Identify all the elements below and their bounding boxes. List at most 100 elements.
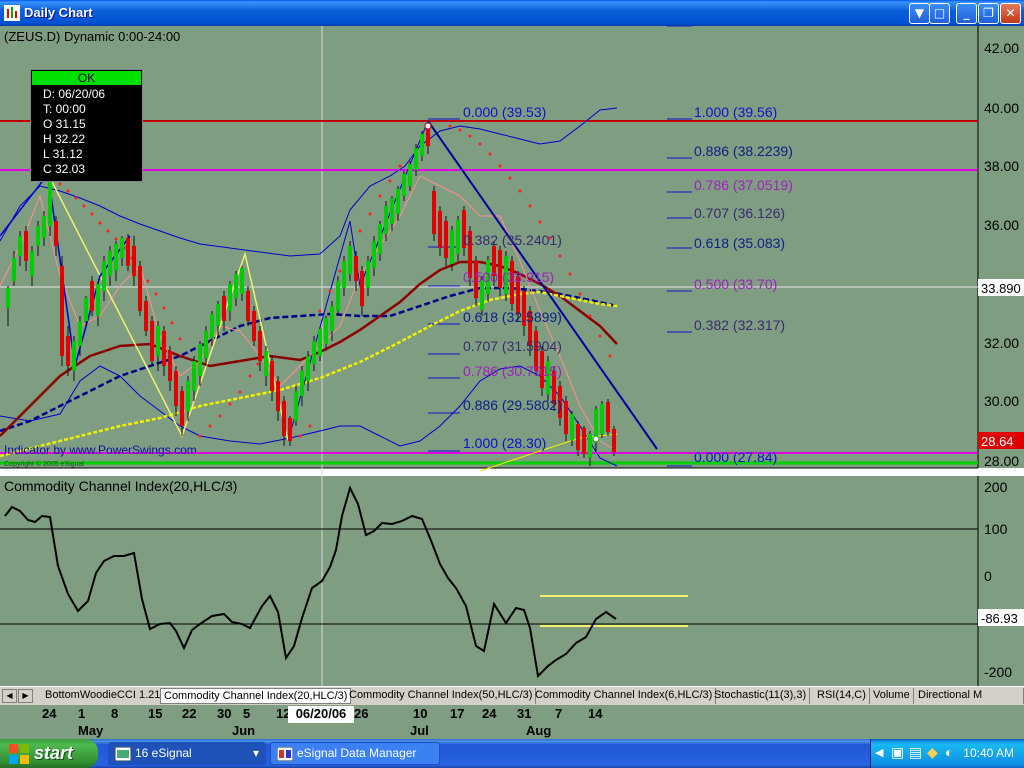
date-tick: 15 <box>148 706 163 721</box>
candle-down <box>246 291 250 321</box>
current-bar-marker <box>592 435 600 443</box>
date-tick: 30 <box>217 706 232 721</box>
candle-up <box>186 381 190 411</box>
fib-right-label-3: 0.707 (36.126) <box>694 205 785 221</box>
candle-down <box>360 271 364 306</box>
candle-up <box>396 189 400 214</box>
monitor-icon[interactable]: ▤ <box>909 744 922 761</box>
candle-up <box>240 268 244 294</box>
date-tick: 1 <box>78 706 86 721</box>
tab-scroll-left-button[interactable]: ◀ <box>2 689 17 703</box>
window-title-bar[interactable]: Daily Chart ▼ □ _ ❐ ✕ <box>0 0 1024 26</box>
candle-down <box>168 351 172 381</box>
candle-up <box>456 220 460 254</box>
tab-cci-6[interactable]: Commodity Channel Index(6,HLC/3) <box>532 688 717 704</box>
candle-down <box>24 231 28 261</box>
symbol-label: (ZEUS.D) Dynamic 0:00-24:00 <box>4 29 180 44</box>
tab-bottom-woodie-cci[interactable]: BottomWoodieCCI 1.21 <box>42 688 165 704</box>
fib-right-ticks <box>667 25 692 467</box>
candle-up <box>216 304 220 326</box>
date-tick: 22 <box>182 706 197 721</box>
candle-down <box>576 424 580 450</box>
network-icon[interactable]: ▣ <box>891 744 904 761</box>
dropdown-arrow-button[interactable]: ▼ <box>909 3 930 24</box>
candle-up <box>120 238 124 258</box>
candle-down <box>174 371 178 406</box>
candle-up <box>48 181 52 226</box>
fib-left-label-2: 0.500 (33.915) <box>463 269 554 285</box>
tab-stochastic[interactable]: Stochastic(11(3),3) <box>711 688 811 704</box>
cci-line <box>4 485 617 679</box>
price-axis-label: 32.00 <box>984 335 1019 351</box>
date-tick: 24 <box>42 706 57 721</box>
candle-up <box>84 298 88 321</box>
price-axis-label: 42.00 <box>984 40 1019 56</box>
candle-up <box>408 164 412 186</box>
month-label: Jul <box>410 723 429 738</box>
cci-axis-label: 0 <box>984 568 992 584</box>
tab-cci-50[interactable]: Commodity Channel Index(50,HLC/3) <box>346 688 537 704</box>
tab-scroll-right-button[interactable]: ▶ <box>18 689 33 703</box>
fib-left-label-4: 0.707 (31.5904) <box>463 338 562 354</box>
tray-collapse-icon[interactable]: ◀ <box>875 746 883 759</box>
candle-down <box>354 256 358 281</box>
candle-down <box>90 281 94 311</box>
tab-cci-20[interactable]: Commodity Channel Index(20,HLC/3) <box>160 688 352 704</box>
cci-title: Commodity Channel Index(20,HLC/3) <box>4 478 237 494</box>
ohlc-status: OK <box>32 71 141 85</box>
date-tick: 31 <box>517 706 532 721</box>
candle-up <box>264 351 268 376</box>
price-chart-canvas[interactable]: 0.000 (39.53) 0.382 (35.2401) 0.500 (33.91… <box>0 25 1024 686</box>
indicator-credit: Indicator by www.PowerSwings.com <box>4 443 197 457</box>
candle-up <box>102 261 106 291</box>
candle-up <box>384 206 388 234</box>
ohlc-date: D: 06/20/06 <box>43 87 106 101</box>
fib-left-label-6: 0.886 (29.5802) <box>463 397 562 413</box>
ohlc-close: C 32.03 <box>43 162 86 176</box>
candle-down <box>582 428 586 454</box>
windows-taskbar: start 16 eSignal ▾ eSignal Data Manager … <box>0 739 1024 768</box>
candle-up <box>156 326 160 356</box>
window-restore-small-button[interactable]: □ <box>929 3 950 24</box>
tab-directional-movement[interactable]: Directional M <box>915 688 1024 704</box>
candle-down <box>150 321 154 361</box>
fib-right-label-4: 0.618 (35.083) <box>694 235 785 251</box>
fib-left-label-5: 0.786 (30.7915) <box>463 363 562 379</box>
speaker-icon[interactable]: ◐ <box>945 744 953 760</box>
candle-up <box>72 341 76 371</box>
fib-right-labels: 1.000 (39.56) 0.886 (38.2239) 0.786 (37.05… <box>694 104 793 465</box>
candle-up <box>234 274 238 298</box>
fib-left-label-0: 0.000 (39.53) <box>463 104 546 120</box>
start-label: start <box>34 743 74 763</box>
tray-clock: 10:40 AM <box>963 746 1014 760</box>
system-tray: ◀ ▣ ▤ ◆ ◐ 10:40 AM <box>870 739 1024 768</box>
candle-up <box>402 174 406 196</box>
chart-area[interactable]: 0.000 (39.53) 0.382 (35.2401) 0.500 (33.91… <box>0 25 1024 686</box>
taskbar-item-data-manager[interactable]: eSignal Data Manager <box>270 742 440 765</box>
candle-up <box>450 230 454 264</box>
tab-rsi[interactable]: RSI(14,C) <box>814 688 870 704</box>
fib-left-label-1: 0.382 (35.2401) <box>463 232 562 248</box>
fib-left-label-3: 0.618 (32.5899) <box>463 309 562 325</box>
candle-down <box>612 429 616 452</box>
price-axis-label: 30.00 <box>984 393 1019 409</box>
date-axis: 24 1 8 15 22 30 5 12 26 10 17 24 31 7 14… <box>0 705 1024 739</box>
shield-icon[interactable]: ◆ <box>927 744 938 761</box>
taskbar-item-esignal[interactable]: 16 eSignal ▾ <box>108 742 266 765</box>
esignal-group-icon <box>115 747 131 761</box>
close-button[interactable]: ✕ <box>1000 3 1021 24</box>
restore-button[interactable]: ❐ <box>978 3 999 24</box>
start-button[interactable]: start <box>0 739 98 768</box>
candle-up <box>18 236 22 256</box>
minimize-button[interactable]: _ <box>956 3 977 24</box>
candle-down <box>426 128 430 146</box>
cursor-date-label: 06/20/06 <box>288 706 354 723</box>
candle-down <box>180 391 184 426</box>
date-tick: 17 <box>450 706 465 721</box>
candle-down <box>126 238 130 266</box>
price-axis-label: 40.00 <box>984 100 1019 116</box>
candle-down <box>138 266 142 311</box>
tab-volume[interactable]: Volume <box>870 688 914 704</box>
candle-down <box>132 246 136 276</box>
date-tick: 24 <box>482 706 497 721</box>
